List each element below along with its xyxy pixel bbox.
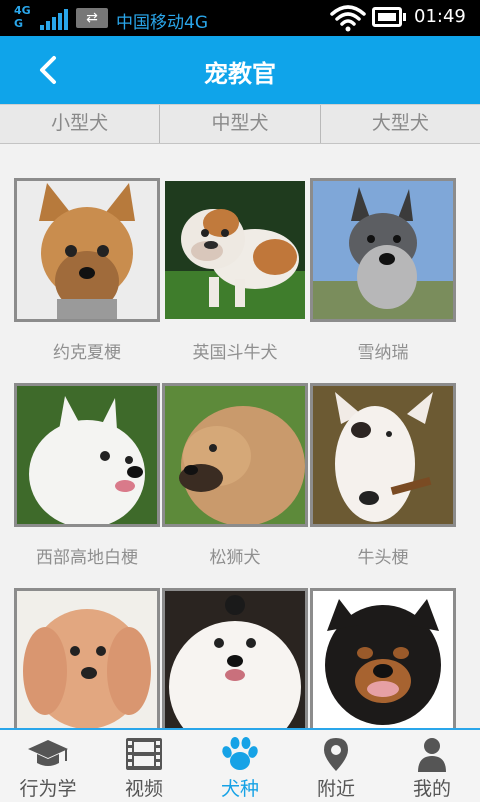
- graduation-cap-icon: [28, 740, 68, 766]
- breed-name: 英国斗牛犬: [192, 343, 278, 363]
- dog-photo: [162, 178, 308, 322]
- film-icon: [126, 738, 162, 770]
- dog-photo: [14, 178, 160, 322]
- nav-label: 视频: [124, 778, 163, 800]
- dog-photo: [310, 178, 456, 322]
- dog-photo: [310, 588, 456, 732]
- breed-name: 松狮犬: [209, 548, 261, 568]
- nav-me[interactable]: 我的: [384, 730, 480, 802]
- breed-name: 约克夏梗: [53, 343, 121, 363]
- nav-label: 附近: [316, 778, 355, 800]
- dog-photo: [14, 383, 160, 527]
- nav-label: 犬种: [220, 778, 259, 800]
- battery-tip: [403, 13, 406, 21]
- app-header: 宠教官: [0, 36, 480, 104]
- breed-name: 雪纳瑞: [357, 343, 409, 363]
- page-title: 宠教官: [204, 60, 276, 88]
- nav-breeds[interactable]: 犬种: [192, 730, 288, 802]
- tab-large-dogs[interactable]: 大型犬: [321, 105, 480, 143]
- nav-video[interactable]: 视频: [96, 730, 192, 802]
- battery-icon: [372, 7, 402, 27]
- location-pin-icon: [324, 738, 348, 771]
- nav-nearby[interactable]: 附近: [288, 730, 384, 802]
- tab-medium-dogs[interactable]: 中型犬: [160, 105, 321, 143]
- dog-photo: [14, 588, 160, 732]
- user-icon: [418, 738, 446, 772]
- bottom-navigation: 行为学 视频 犬种 附近 我的: [0, 728, 480, 802]
- breed-name: 牛头梗: [357, 548, 409, 568]
- nav-label: 我的: [412, 778, 451, 800]
- wifi-icon: [330, 5, 366, 32]
- paw-icon: [222, 737, 258, 770]
- data-transfer-icon: ⇄: [76, 8, 108, 28]
- signal-bars-icon: [40, 8, 70, 30]
- dog-photo: [310, 383, 456, 527]
- status-bar: 4G G ⇄ 中国移动4G 01:49: [0, 0, 480, 36]
- clock: 01:49: [414, 6, 466, 27]
- carrier-name: 中国移动4G: [116, 13, 208, 33]
- nav-behavior[interactable]: 行为学: [0, 730, 96, 802]
- breed-name: 西部高地白梗: [36, 548, 138, 568]
- network-type-bottom: G: [14, 17, 24, 30]
- tab-small-dogs[interactable]: 小型犬: [0, 105, 161, 143]
- dog-photo: [162, 588, 308, 732]
- network-type-indicator: 4G G: [14, 4, 31, 30]
- size-tabs: 小型犬 中型犬 大型犬: [0, 104, 480, 144]
- network-type-top: 4G: [14, 4, 31, 17]
- dog-photo: [162, 383, 308, 527]
- nav-label: 行为学: [19, 778, 77, 800]
